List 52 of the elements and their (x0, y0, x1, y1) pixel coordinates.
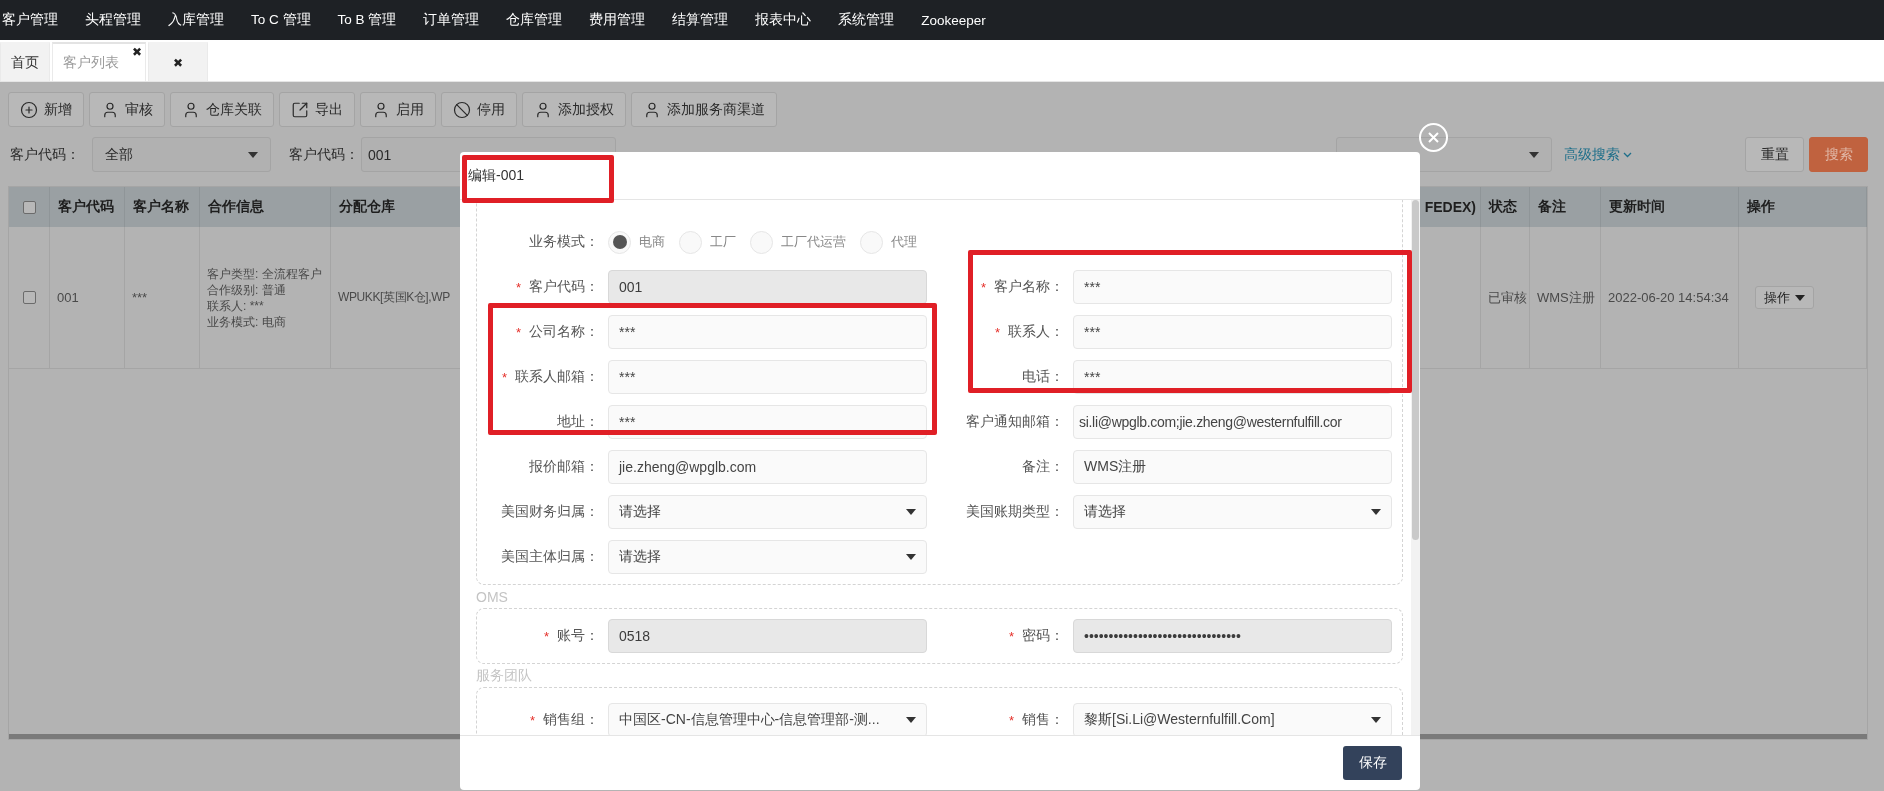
column-header: FEDEX) (1424, 199, 1476, 215)
required-mark: * (543, 628, 549, 644)
required-mark: * (980, 279, 986, 295)
column-header: 客户代码 (58, 198, 114, 216)
required-mark: * (994, 324, 1000, 340)
radio-label: 代理 (891, 233, 917, 251)
radio-label: 工厂 (710, 233, 736, 251)
table-cell: 001 (57, 290, 79, 305)
field-label: 客户代码： (529, 278, 599, 296)
field-label: 美国财务归属： (501, 503, 599, 521)
required-mark: * (529, 712, 535, 728)
table-cell: 2022-06-20 14:54:34 (1608, 290, 1729, 305)
required-mark: * (1008, 712, 1014, 728)
field-label: 销售： (1022, 711, 1064, 729)
field-label: 客户通知邮箱： (966, 413, 1064, 431)
field-label: 电话： (1022, 368, 1064, 386)
field-label: 报价邮箱： (529, 458, 599, 476)
field-label: 美国主体归属： (501, 548, 599, 566)
field-label: 密码： (1022, 627, 1064, 645)
field-label: 联系人： (1008, 323, 1064, 341)
section-title: OMS (476, 588, 508, 605)
radio-label: 工厂代运营 (781, 233, 846, 251)
field-label: 销售组： (543, 711, 599, 729)
radio-label: 电商 (639, 233, 665, 251)
field-label: 备注： (1022, 458, 1064, 476)
table-cell: WPUKK[英国K仓],WP (338, 289, 450, 306)
required-mark: * (515, 279, 521, 295)
column-header: 合作信息 (208, 198, 264, 216)
column-header: 更新时间 (1609, 198, 1665, 216)
column-header: 客户名称 (133, 198, 189, 216)
field-label: 账号： (557, 627, 599, 645)
required-mark: * (501, 369, 507, 385)
required-mark: * (1008, 628, 1014, 644)
field-label: 客户名称： (994, 278, 1064, 296)
field-label: 业务模式： (529, 233, 599, 251)
table-cell: 客户类型: 全流程客户 合作级别: 普通 联系人: *** 业务模式: 电商 (207, 265, 322, 330)
required-mark: * (515, 324, 521, 340)
field-label: 联系人邮箱： (515, 368, 599, 386)
column-header: 操作 (1747, 198, 1775, 216)
column-header: 状态 (1489, 198, 1517, 216)
dialog-title: 编辑-001 (468, 166, 525, 185)
field-label: 地址： (557, 413, 599, 431)
section-title: 服务团队 (476, 666, 532, 685)
column-header: 备注 (1538, 198, 1566, 216)
filter-label: 客户代码： (289, 145, 359, 164)
filter-label: 客户代码： (10, 145, 80, 164)
table-cell: *** (132, 290, 148, 305)
column-header: 分配仓库 (339, 198, 395, 216)
field-label: 公司名称： (529, 323, 599, 341)
field-label: 美国账期类型： (966, 503, 1064, 521)
table-cell: 已审核 (1488, 288, 1527, 307)
table-cell: WMS注册 (1537, 288, 1595, 307)
